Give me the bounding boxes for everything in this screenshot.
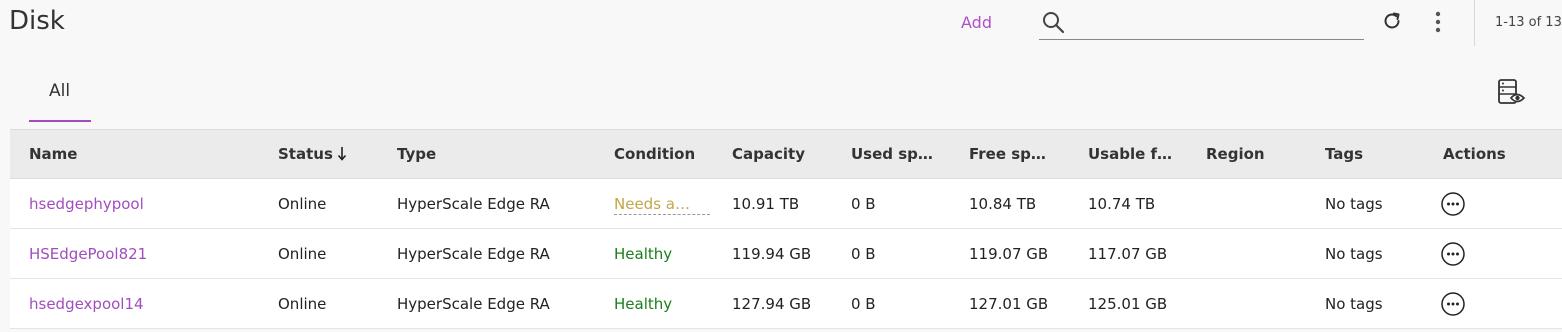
page-title: Disk xyxy=(9,6,65,36)
column-header-name[interactable]: Name xyxy=(29,130,77,178)
more-horizontal-circle-icon[interactable] xyxy=(1441,291,1465,316)
capacity-value: 10.91 TB xyxy=(732,194,800,213)
type-value: HyperScale Edge RA xyxy=(397,294,550,313)
used-space-value: 0 B xyxy=(851,194,876,213)
pool-name-link[interactable]: HSEdgePool821 xyxy=(29,229,147,278)
condition-healthy: Healthy xyxy=(614,294,673,313)
pool-name-link[interactable]: hsedgephypool xyxy=(29,179,144,228)
disk-table: Name Status Type Condition Capacity Used… xyxy=(10,129,1562,329)
column-header-status[interactable]: Status xyxy=(278,130,347,178)
pool-name-link[interactable]: hsedgexpool14 xyxy=(29,279,144,328)
column-label: Free sp… xyxy=(969,145,1046,163)
condition-healthy: Healthy xyxy=(614,244,673,263)
tags-value: No tags xyxy=(1325,244,1383,263)
column-label: Usable f… xyxy=(1088,145,1173,163)
column-header-region[interactable]: Region xyxy=(1206,130,1265,178)
table-row: HSEdgePool821 Online HyperScale Edge RA … xyxy=(10,229,1562,279)
search-box xyxy=(1039,6,1364,40)
used-space-value: 0 B xyxy=(851,294,876,313)
pagination-count: 1-13 of 13 xyxy=(1495,15,1562,30)
column-label: Capacity xyxy=(732,145,805,163)
more-horizontal-circle-icon[interactable] xyxy=(1441,191,1465,216)
free-space-value: 127.01 GB xyxy=(969,294,1049,313)
row-actions-cell xyxy=(1441,179,1465,228)
tags-value: No tags xyxy=(1325,194,1383,213)
table-row: hsedgephypool Online HyperScale Edge RA … xyxy=(10,179,1562,229)
status-value: Online xyxy=(278,294,327,313)
column-label: Used sp… xyxy=(851,145,933,163)
capacity-value: 127.94 GB xyxy=(732,294,812,313)
column-view-icon[interactable] xyxy=(1497,78,1527,110)
row-actions-cell xyxy=(1441,229,1465,278)
status-value: Online xyxy=(278,194,327,213)
column-label: Region xyxy=(1206,145,1265,163)
column-header-tags[interactable]: Tags xyxy=(1325,130,1363,178)
column-header-usable-free[interactable]: Usable f… xyxy=(1088,130,1172,178)
add-button[interactable]: Add xyxy=(961,13,992,32)
column-header-actions: Actions xyxy=(1443,130,1506,178)
more-vertical-icon[interactable] xyxy=(1430,10,1446,38)
free-space-value: 10.84 TB xyxy=(969,194,1037,213)
tab-all[interactable]: All xyxy=(29,68,91,122)
refresh-icon[interactable] xyxy=(1381,10,1403,36)
search-input[interactable] xyxy=(1075,10,1359,36)
column-header-type[interactable]: Type xyxy=(397,130,436,178)
table-header: Name Status Type Condition Capacity Used… xyxy=(10,129,1562,179)
search-icon[interactable] xyxy=(1041,10,1065,38)
column-header-used-space[interactable]: Used sp… xyxy=(851,130,933,178)
used-space-value: 0 B xyxy=(851,244,876,263)
column-header-condition[interactable]: Condition xyxy=(614,130,695,178)
tab-label: All xyxy=(49,81,71,101)
arrow-down-icon xyxy=(337,146,347,162)
type-value: HyperScale Edge RA xyxy=(397,194,550,213)
column-header-free-space[interactable]: Free sp… xyxy=(969,130,1046,178)
toolbar-divider xyxy=(1474,0,1475,46)
status-value: Online xyxy=(278,244,327,263)
condition-warning-link[interactable]: Needs a… xyxy=(614,194,710,215)
column-label: Actions xyxy=(1443,145,1506,163)
free-space-value: 119.07 GB xyxy=(969,244,1049,263)
table-row: hsedgexpool14 Online HyperScale Edge RA … xyxy=(10,279,1562,329)
column-label: Name xyxy=(29,145,78,163)
tags-value: No tags xyxy=(1325,294,1383,313)
column-label: Type xyxy=(397,145,437,163)
more-horizontal-circle-icon[interactable] xyxy=(1441,241,1465,266)
column-label: Tags xyxy=(1325,145,1364,163)
usable-free-value: 117.07 GB xyxy=(1088,244,1168,263)
type-value: HyperScale Edge RA xyxy=(397,244,550,263)
capacity-value: 119.94 GB xyxy=(732,244,812,263)
condition-cell: Needs a… xyxy=(614,179,710,228)
column-header-capacity[interactable]: Capacity xyxy=(732,130,805,178)
row-actions-cell xyxy=(1441,279,1465,328)
column-label: Condition xyxy=(614,145,696,163)
usable-free-value: 10.74 TB xyxy=(1088,194,1156,213)
usable-free-value: 125.01 GB xyxy=(1088,294,1168,313)
column-label: Status xyxy=(278,145,333,163)
